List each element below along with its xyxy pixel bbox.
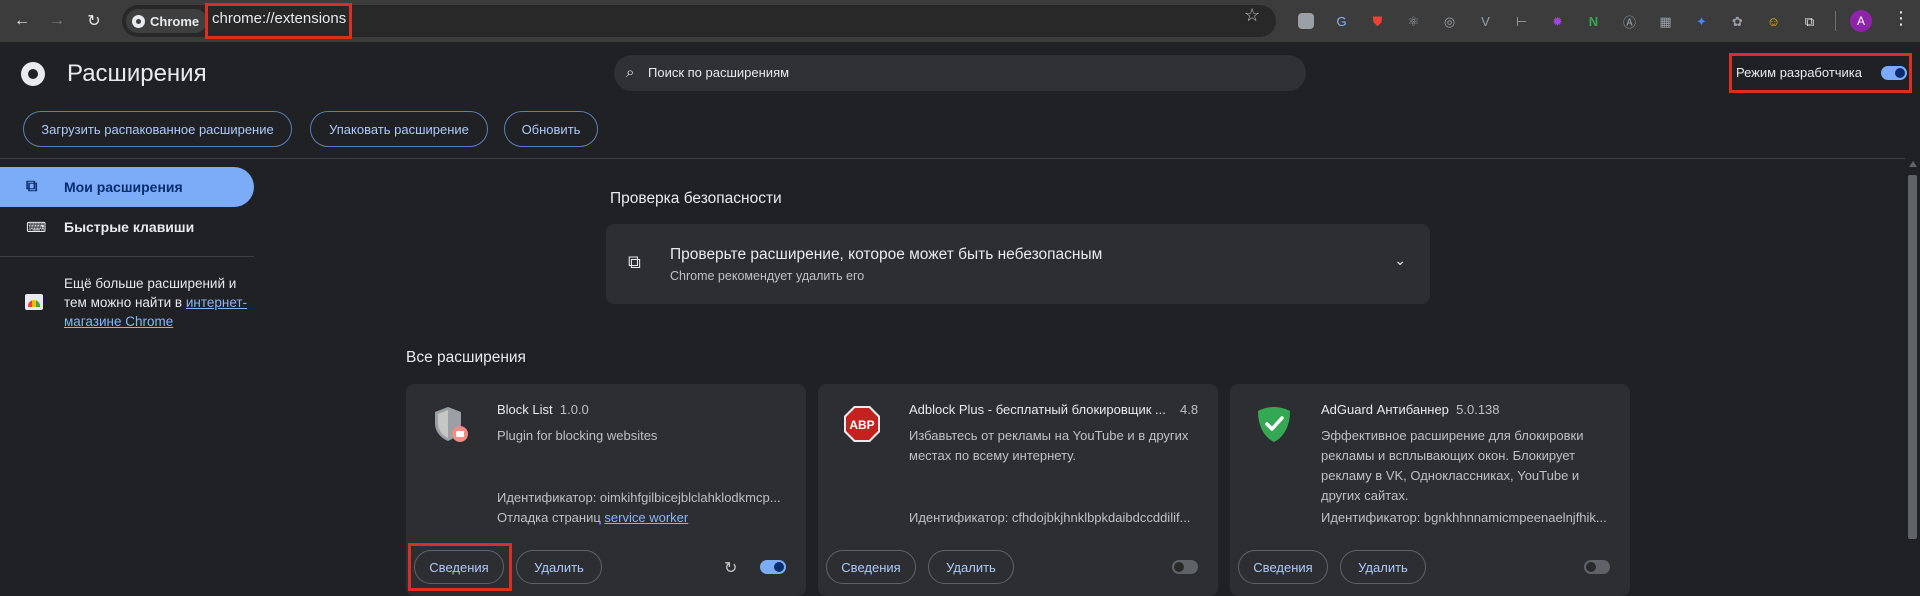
react-icon[interactable]: ⚛ <box>1401 9 1426 34</box>
bookmark-star-icon[interactable]: ☆ <box>1244 5 1260 26</box>
browser-toolbar: ← → ↻ Chrome chrome://extensions ☆ G ⛊ ⚛… <box>0 0 1920 42</box>
extension-name: Block List 1.0.0 <box>497 402 589 417</box>
load-unpacked-button[interactable]: Загрузить распакованное расширение <box>23 111 292 147</box>
reload-icon[interactable]: ↻ <box>80 7 108 35</box>
sidebar-item-my-extensions[interactable]: ⧉ Мои расширения <box>0 167 254 207</box>
extension-description: Plugin for blocking websites <box>497 428 658 443</box>
search-placeholder: Поиск по расширениям <box>648 65 790 80</box>
menu-icon[interactable]: ⋮ <box>1892 8 1910 29</box>
details-button[interactable]: Сведения <box>1238 550 1328 584</box>
gray-icon[interactable]: ✿ <box>1725 9 1750 34</box>
safety-card-subtitle: Chrome рекомендует удалить его <box>670 269 865 283</box>
search-icon: ⌕ <box>626 64 635 81</box>
keyboard-icon: ⌨ <box>26 218 47 235</box>
all-extensions-title: Все расширения <box>406 349 526 366</box>
abp-logo-icon: ABP <box>844 406 880 442</box>
notion-n-icon[interactable]: N <box>1581 9 1606 34</box>
extension-name: AdGuard Антибаннер 5.0.138 <box>1321 402 1500 417</box>
a-circle-icon[interactable]: Ⓐ <box>1617 9 1642 34</box>
extension-id: Идентификатор: bgnkhhnnamicmpeenaelnjfhi… <box>1321 510 1607 525</box>
extension-icons: G ⛊ ⚛ ◎ V ⊢ ✹ N Ⓐ ▦ ✦ ✿ ☺ ⧉ <box>1294 9 1822 34</box>
search-input[interactable]: ⌕ Поиск по расширениям <box>614 55 1306 91</box>
update-button[interactable]: Обновить <box>504 111 598 147</box>
service-worker-link[interactable]: service worker <box>604 510 688 525</box>
header-divider <box>0 158 1905 159</box>
toolbar-divider <box>1835 11 1836 31</box>
puzzle-purple-icon[interactable]: ✹ <box>1545 9 1570 34</box>
circle-icon[interactable]: ◎ <box>1437 9 1462 34</box>
reader-icon[interactable] <box>1298 13 1314 29</box>
puzzle-icon: ⧉ <box>628 252 641 272</box>
remove-button[interactable]: Удалить <box>928 550 1014 584</box>
face-icon[interactable]: ☺ <box>1761 9 1786 34</box>
chrome-icon <box>132 14 145 28</box>
extensions-header: Расширения ⌕ Поиск по расширениям Режим … <box>0 42 1920 102</box>
adguard-logo-icon <box>1258 407 1290 442</box>
bracket-icon[interactable]: ⊢ <box>1509 9 1534 34</box>
web-store-icon <box>25 294 43 310</box>
enable-toggle[interactable] <box>760 560 786 574</box>
reload-extension-icon[interactable]: ↻ <box>724 558 737 578</box>
extension-name: Adblock Plus - бесплатный блокировщик ..… <box>909 402 1166 417</box>
scrollbar[interactable] <box>1905 159 1920 596</box>
enable-toggle[interactable] <box>1172 560 1198 574</box>
translate-icon[interactable]: G <box>1329 9 1354 34</box>
page-title: Расширения <box>67 60 207 87</box>
scrollbar-thumb[interactable] <box>1908 175 1917 539</box>
extension-card-adguard: AdGuard Антибаннер 5.0.138 Эффективное р… <box>1230 384 1630 596</box>
spark-icon[interactable]: ✦ <box>1689 9 1714 34</box>
sidebar-item-shortcuts[interactable]: ⌨ Быстрые клавиши <box>0 207 254 247</box>
remove-button[interactable]: Удалить <box>1340 550 1426 584</box>
sidebar-item-label: Мои расширения <box>64 179 183 195</box>
sidebar-item-label: Быстрые клавиши <box>64 219 195 235</box>
chrome-logo-icon <box>21 62 45 86</box>
remove-button[interactable]: Удалить <box>516 550 602 584</box>
v-icon[interactable]: V <box>1473 9 1498 34</box>
scroll-up-icon[interactable] <box>1909 161 1917 167</box>
extension-id: Идентификатор: oimkihfgilbicejblclahklod… <box>497 490 781 505</box>
forward-icon[interactable]: → <box>43 7 71 35</box>
extension-card-adblock-plus: ABP Adblock Plus - бесплатный блокировщи… <box>818 384 1218 596</box>
back-icon[interactable]: ← <box>8 7 36 35</box>
extension-description: Избавьтесь от рекламы на YouTube и в дру… <box>909 428 1189 463</box>
chevron-down-icon[interactable]: ⌄ <box>1394 252 1406 269</box>
web-store-promo: Ещё больше расширений и тем можно найти … <box>64 274 254 331</box>
block-list-logo-icon <box>435 407 468 442</box>
avatar[interactable]: A <box>1850 10 1872 32</box>
extension-version: 4.8 <box>1180 402 1199 417</box>
puzzle-icon: ⧉ <box>26 178 38 195</box>
details-highlight <box>408 543 512 591</box>
chrome-chip[interactable]: Chrome <box>126 9 208 33</box>
grid-icon[interactable]: ▦ <box>1653 9 1678 34</box>
dev-mode-highlight <box>1729 53 1912 93</box>
svg-text:ABP: ABP <box>849 418 874 432</box>
safety-section-title: Проверка безопасности <box>610 190 782 207</box>
extension-id: Идентификатор: cfhdojbkjhnklbpkdaibdccdd… <box>909 510 1191 525</box>
pack-extension-button[interactable]: Упаковать расширение <box>310 111 488 147</box>
extension-debug: Отладка страниц service worker <box>497 510 689 525</box>
sidebar-divider <box>0 256 254 257</box>
safety-card[interactable]: ⧉ Проверьте расширение, которое может бы… <box>606 224 1430 304</box>
url-highlight <box>205 3 352 39</box>
safety-card-title: Проверьте расширение, которое может быть… <box>670 246 1103 263</box>
extensions-icon[interactable]: ⧉ <box>1797 9 1822 34</box>
enable-toggle[interactable] <box>1584 560 1610 574</box>
extension-description: Эффективное расширение для блокировки ре… <box>1321 428 1584 503</box>
extension-card-block-list: Block List 1.0.0 Plugin for blocking web… <box>406 384 806 596</box>
details-button[interactable]: Сведения <box>826 550 916 584</box>
chrome-chip-label: Chrome <box>150 13 200 29</box>
ublock-icon[interactable]: ⛊ <box>1365 9 1390 34</box>
